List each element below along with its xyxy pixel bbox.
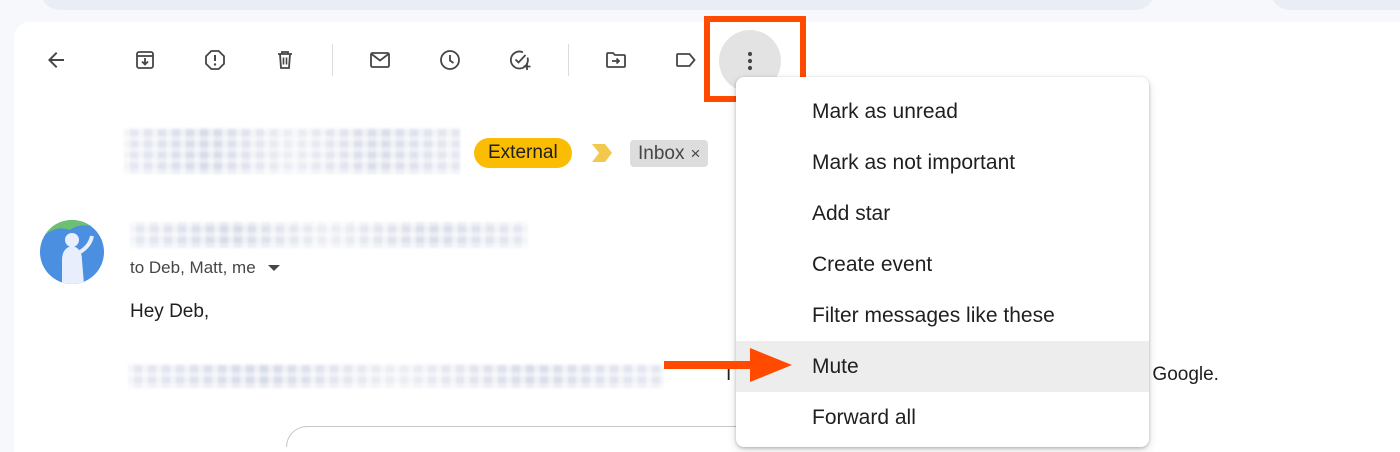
move-to-icon bbox=[606, 52, 626, 68]
annotation-arrow-icon bbox=[664, 348, 792, 382]
move-to-button[interactable] bbox=[596, 40, 636, 80]
email-greeting: Hey Deb, bbox=[130, 301, 210, 322]
toolbar-divider bbox=[568, 44, 569, 76]
back-arrow-icon bbox=[48, 52, 64, 68]
more-options-icon bbox=[747, 51, 753, 71]
inbox-label-text: Inbox bbox=[638, 143, 685, 164]
delete-button[interactable] bbox=[265, 40, 305, 80]
inbox-label-chip: Inbox × bbox=[630, 140, 709, 167]
importance-marker-icon[interactable] bbox=[592, 144, 612, 162]
snooze-button[interactable] bbox=[430, 40, 470, 80]
label-icon bbox=[676, 53, 696, 67]
toolbar-divider bbox=[332, 44, 333, 76]
recipients-text: to Deb, Matt, me bbox=[130, 258, 256, 277]
delete-icon bbox=[278, 51, 292, 69]
search-bar-area bbox=[40, 0, 1155, 10]
add-to-tasks-icon bbox=[510, 50, 531, 70]
menu-item-forward-all[interactable]: Forward all bbox=[736, 392, 1149, 443]
report-spam-icon bbox=[205, 50, 225, 70]
menu-item-label: Mark as not important bbox=[812, 151, 1016, 174]
sender-name-redacted bbox=[130, 222, 528, 248]
mark-unread-icon bbox=[370, 52, 390, 68]
sender-avatar bbox=[40, 220, 104, 284]
remove-label-icon[interactable]: × bbox=[690, 140, 700, 167]
menu-item-label: Create event bbox=[812, 253, 933, 276]
subject-redacted bbox=[124, 128, 460, 174]
external-label-chip: External bbox=[474, 138, 572, 168]
back-button[interactable] bbox=[36, 40, 76, 80]
menu-item-add-star[interactable]: Add star bbox=[736, 188, 1149, 239]
label-button[interactable] bbox=[666, 40, 706, 80]
mark-unread-button[interactable] bbox=[360, 40, 400, 80]
menu-item-filter-messages[interactable]: Filter messages like these bbox=[736, 290, 1149, 341]
menu-item-create-event[interactable]: Create event bbox=[736, 239, 1149, 290]
archive-icon bbox=[136, 51, 154, 69]
menu-item-label: Filter messages like these bbox=[812, 304, 1055, 327]
email-body-redacted bbox=[128, 364, 664, 388]
menu-item-label: Mark as unread bbox=[812, 100, 958, 123]
menu-item-mark-as-unread[interactable]: Mark as unread bbox=[736, 86, 1149, 137]
more-options-menu: Mark as unread Mark as not important Add… bbox=[736, 77, 1149, 447]
add-to-tasks-button[interactable] bbox=[500, 40, 540, 80]
header-right-area bbox=[1270, 0, 1400, 10]
report-spam-button[interactable] bbox=[195, 40, 235, 80]
menu-item-mute[interactable]: Mute bbox=[736, 341, 1149, 392]
menu-item-label: Forward all bbox=[812, 406, 916, 429]
chevron-down-icon bbox=[267, 265, 280, 271]
recipients-toggle[interactable]: to Deb, Matt, me bbox=[130, 258, 280, 278]
menu-item-mark-as-not-important[interactable]: Mark as not important bbox=[736, 137, 1149, 188]
archive-button[interactable] bbox=[125, 40, 165, 80]
snooze-icon bbox=[440, 50, 460, 70]
menu-item-label: Mute bbox=[812, 355, 859, 378]
menu-item-label: Add star bbox=[812, 202, 891, 225]
reply-box[interactable] bbox=[286, 426, 788, 447]
